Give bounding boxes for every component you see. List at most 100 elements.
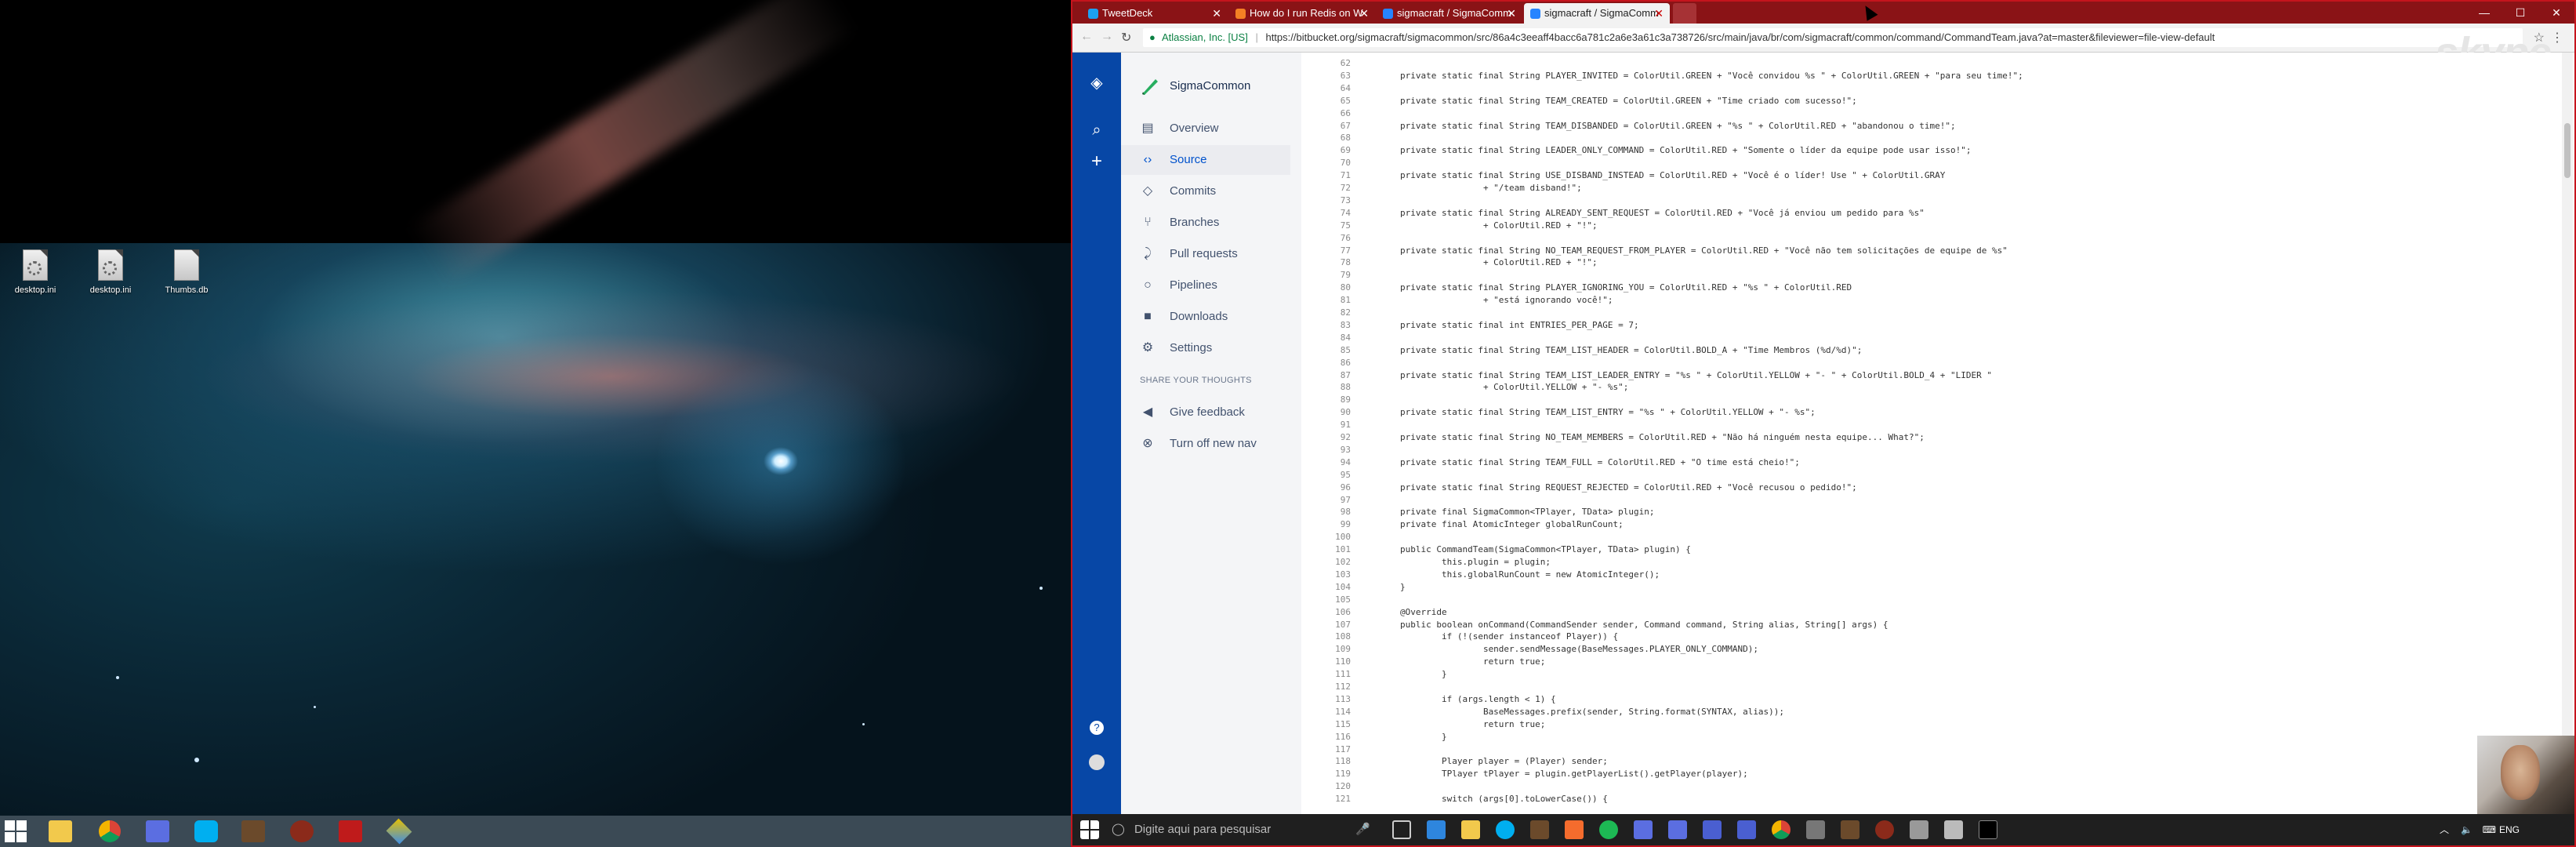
skype-icon[interactable] (194, 820, 218, 842)
avatar[interactable] (1089, 754, 1105, 770)
line-number[interactable]: 70 (1304, 157, 1351, 169)
line-number[interactable]: 117 (1304, 743, 1351, 756)
line-number[interactable]: 92 (1304, 431, 1351, 444)
line-number[interactable]: 81 (1304, 294, 1351, 307)
line-number[interactable]: 84 (1304, 332, 1351, 344)
windows-start-icon[interactable] (5, 820, 27, 842)
file-explorer-icon[interactable] (49, 820, 72, 842)
forward-arrow-icon[interactable]: → (1101, 30, 1113, 44)
microphone-icon[interactable]: 🎤 (1355, 814, 1370, 845)
tray-chevron-icon[interactable]: ︿ (2440, 814, 2449, 845)
terminal-icon[interactable] (1979, 820, 1997, 839)
line-number[interactable]: 65 (1304, 95, 1351, 107)
network-app-icon[interactable] (1703, 820, 1722, 839)
line-number[interactable]: 104 (1304, 581, 1351, 594)
line-number[interactable]: 113 (1304, 693, 1351, 706)
chrome-icon[interactable] (99, 820, 121, 842)
line-number[interactable]: 105 (1304, 594, 1351, 606)
line-number[interactable]: 109 (1304, 643, 1351, 656)
windows-start-icon[interactable] (1080, 820, 1099, 839)
give-feedback-link[interactable]: ◀ Give feedback (1121, 398, 1290, 427)
language-indicator[interactable]: ENG (2499, 814, 2520, 845)
network-app-icon[interactable] (1634, 820, 1653, 839)
nav-settings[interactable]: ⚙ Settings (1121, 333, 1290, 363)
line-number[interactable]: 99 (1304, 518, 1351, 531)
taskbar-search-input[interactable]: ◯ Digite aqui para pesquisar 🎤 (1105, 814, 1380, 845)
origin-icon[interactable] (1565, 820, 1584, 839)
maximize-button[interactable]: ☐ (2502, 2, 2538, 24)
close-icon[interactable]: ✕ (1654, 3, 1664, 24)
help-icon[interactable]: ? (1090, 721, 1104, 735)
line-number[interactable]: 74 (1304, 207, 1351, 220)
line-number[interactable]: 121 (1304, 793, 1351, 805)
line-number[interactable]: 64 (1304, 82, 1351, 95)
line-number[interactable]: 72 (1304, 182, 1351, 194)
minecraft-icon[interactable] (1841, 820, 1859, 839)
minimize-button[interactable]: — (2466, 2, 2502, 24)
tab-tweetdeck[interactable]: TweetDeck ✕ (1082, 3, 1228, 24)
file-explorer-icon[interactable] (1461, 820, 1480, 839)
nav-pipelines[interactable]: ○ Pipelines (1121, 271, 1290, 300)
line-number[interactable]: 114 (1304, 706, 1351, 718)
app-icon[interactable] (1427, 820, 1446, 839)
skype-icon[interactable] (1496, 820, 1515, 839)
volume-icon[interactable]: 🔈 (2461, 814, 2473, 845)
line-number[interactable]: 103 (1304, 569, 1351, 581)
line-number[interactable]: 85 (1304, 344, 1351, 357)
tab-bitbucket-1[interactable]: sigmacraft / SigmaComm ✕ (1377, 3, 1522, 24)
app-icon[interactable] (1944, 820, 1963, 839)
back-arrow-icon[interactable]: ← (1080, 30, 1093, 44)
line-number[interactable]: 82 (1304, 307, 1351, 319)
line-number[interactable]: 116 (1304, 731, 1351, 743)
tab-redis-question[interactable]: How do I run Redis on W ✕ (1229, 3, 1375, 24)
line-number[interactable]: 67 (1304, 120, 1351, 133)
line-number[interactable]: 119 (1304, 768, 1351, 780)
line-number[interactable]: 111 (1304, 668, 1351, 681)
line-number[interactable]: 91 (1304, 419, 1351, 431)
line-number[interactable]: 102 (1304, 556, 1351, 569)
app-icon[interactable] (1910, 820, 1928, 839)
line-number[interactable]: 80 (1304, 282, 1351, 294)
line-number[interactable]: 112 (1304, 681, 1351, 693)
line-number[interactable]: 98 (1304, 506, 1351, 518)
line-number[interactable]: 100 (1304, 531, 1351, 543)
search-icon[interactable]: ⌕ (1087, 120, 1107, 140)
spotify-icon[interactable] (1599, 820, 1618, 839)
line-number[interactable]: 108 (1304, 631, 1351, 643)
line-number[interactable]: 63 (1304, 70, 1351, 82)
nav-commits[interactable]: ◇ Commits (1121, 176, 1290, 206)
desktop-file-icon[interactable]: Thumbs.db (151, 249, 222, 295)
url-input[interactable]: ● Atlassian, Inc. [US] | https://bitbuck… (1143, 28, 2523, 47)
game-launcher-icon[interactable] (290, 820, 314, 842)
line-number[interactable]: 89 (1304, 394, 1351, 406)
line-number[interactable]: 94 (1304, 456, 1351, 469)
line-number[interactable]: 120 (1304, 780, 1351, 793)
line-number[interactable]: 77 (1304, 245, 1351, 257)
line-number[interactable]: 73 (1304, 194, 1351, 207)
project-title[interactable]: SigmaCommon (1170, 79, 1250, 93)
line-number[interactable]: 62 (1304, 57, 1351, 70)
new-tab-button[interactable] (1673, 3, 1696, 24)
app-icon[interactable] (1806, 820, 1825, 839)
close-icon[interactable]: ✕ (1359, 3, 1369, 24)
line-number[interactable]: 78 (1304, 256, 1351, 269)
app-diamond-icon[interactable] (386, 818, 412, 845)
desktop-file-icon[interactable]: desktop.ini (75, 249, 146, 295)
nav-downloads[interactable]: ■ Downloads (1121, 302, 1290, 332)
tab-bitbucket-active[interactable]: sigmacraft / SigmaComm ✕ (1524, 3, 1670, 24)
line-number[interactable]: 101 (1304, 543, 1351, 556)
network-app-icon[interactable] (146, 820, 169, 842)
line-number[interactable]: 106 (1304, 606, 1351, 619)
minecraft-icon[interactable] (241, 820, 265, 842)
line-number[interactable]: 71 (1304, 169, 1351, 182)
bitbucket-logo-icon[interactable]: ◈ (1087, 73, 1107, 93)
line-number[interactable]: 68 (1304, 132, 1351, 144)
line-number[interactable]: 86 (1304, 357, 1351, 369)
desktop-file-icon[interactable]: desktop.ini (0, 249, 71, 295)
line-number[interactable]: 95 (1304, 469, 1351, 482)
create-plus-icon[interactable]: + (1087, 151, 1107, 172)
close-icon[interactable]: ✕ (1212, 3, 1221, 24)
keyboard-icon[interactable]: ⌨ (2483, 814, 2496, 845)
chrome-icon[interactable] (1772, 820, 1791, 839)
task-view-icon[interactable] (1392, 820, 1411, 839)
